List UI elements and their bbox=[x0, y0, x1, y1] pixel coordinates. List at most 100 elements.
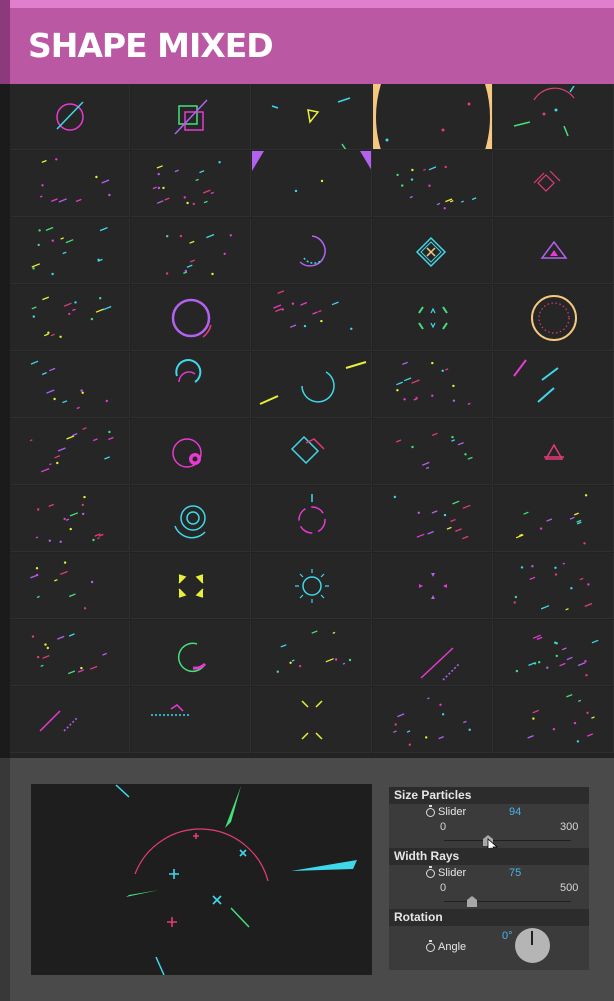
width-rays-value[interactable]: 75 bbox=[509, 867, 521, 879]
preset-thumbnail[interactable] bbox=[10, 352, 130, 418]
preset-animation bbox=[276, 630, 352, 673]
preset-thumbnail[interactable] bbox=[373, 84, 493, 150]
width-rays-track[interactable] bbox=[444, 901, 571, 902]
preset-thumbnail[interactable] bbox=[252, 687, 372, 753]
preset-thumbnail[interactable] bbox=[252, 486, 372, 552]
width-rays-type-label: Slider bbox=[438, 867, 467, 879]
preset-thumbnail[interactable] bbox=[373, 620, 493, 686]
preset-thumbnail[interactable] bbox=[131, 553, 251, 619]
preset-animation bbox=[29, 427, 114, 473]
preset-thumbnail[interactable] bbox=[10, 151, 130, 217]
preset-thumbnail[interactable] bbox=[131, 687, 251, 753]
preset-thumbnail[interactable] bbox=[10, 285, 130, 351]
preset-animation bbox=[273, 290, 353, 330]
preset-thumbnail[interactable] bbox=[131, 84, 251, 150]
grid-side-shade bbox=[0, 84, 10, 758]
size-particles-max: 300 bbox=[560, 821, 579, 833]
preset-animation bbox=[393, 495, 471, 540]
angle-dial-icon[interactable] bbox=[515, 928, 550, 963]
stopwatch-icon[interactable] bbox=[426, 866, 435, 878]
preset-thumbnail[interactable] bbox=[373, 486, 493, 552]
preset-thumbnail[interactable] bbox=[252, 151, 372, 217]
preset-animation bbox=[30, 360, 109, 410]
effect-preview bbox=[31, 784, 372, 976]
preset-thumbnail[interactable] bbox=[494, 486, 614, 552]
preview-cross bbox=[239, 849, 247, 857]
preset-animation bbox=[271, 97, 351, 149]
preset-thumbnail[interactable] bbox=[494, 620, 614, 686]
rotation-value[interactable]: 0° bbox=[502, 930, 513, 942]
preset-thumbnail[interactable] bbox=[494, 352, 614, 418]
preset-thumbnail[interactable] bbox=[10, 553, 130, 619]
preset-thumbnail[interactable] bbox=[10, 687, 130, 753]
preset-thumbnail[interactable] bbox=[10, 218, 130, 284]
preset-thumbnail[interactable] bbox=[252, 553, 372, 619]
preview-cross bbox=[167, 917, 177, 927]
preset-animation bbox=[172, 438, 202, 468]
preset-thumbnail[interactable] bbox=[252, 285, 372, 351]
preset-animation bbox=[531, 295, 577, 341]
preset-thumbnail[interactable] bbox=[131, 285, 251, 351]
panel-side-shade bbox=[0, 758, 10, 1001]
preset-animation bbox=[299, 235, 326, 267]
preset-animation bbox=[396, 165, 477, 210]
preset-thumbnail[interactable] bbox=[131, 151, 251, 217]
size-particles-value[interactable]: 94 bbox=[509, 806, 521, 818]
preset-thumbnail[interactable] bbox=[252, 352, 372, 418]
preset-thumbnail[interactable] bbox=[494, 285, 614, 351]
preset-animation bbox=[259, 361, 367, 405]
stopwatch-icon[interactable] bbox=[426, 805, 435, 817]
preset-thumbnail[interactable] bbox=[252, 84, 372, 150]
preset-thumbnail[interactable] bbox=[373, 285, 493, 351]
preview-cross bbox=[169, 869, 179, 879]
preset-animation bbox=[515, 634, 599, 677]
preset-animation bbox=[31, 296, 112, 338]
preset-thumbnail[interactable] bbox=[494, 419, 614, 485]
preset-animation bbox=[513, 562, 593, 611]
preset-thumbnail[interactable] bbox=[494, 218, 614, 284]
size-particles-header: Size Particles bbox=[389, 787, 589, 804]
preview-ray bbox=[115, 784, 130, 798]
size-particles-track[interactable] bbox=[444, 840, 571, 841]
preset-thumbnail[interactable] bbox=[131, 218, 251, 284]
preset-thumbnail[interactable] bbox=[373, 419, 493, 485]
stopwatch-icon[interactable] bbox=[426, 940, 435, 952]
preview-ray bbox=[230, 907, 250, 928]
preset-thumbnail[interactable] bbox=[373, 218, 493, 284]
preset-animation bbox=[175, 359, 202, 383]
preset-thumbnail[interactable] bbox=[373, 352, 493, 418]
preset-thumbnail[interactable] bbox=[494, 151, 614, 217]
preset-thumbnail[interactable] bbox=[131, 352, 251, 418]
preset-thumbnail[interactable] bbox=[131, 486, 251, 552]
preset-animation bbox=[31, 226, 108, 276]
preset-thumbnail[interactable] bbox=[373, 687, 493, 753]
preset-animation bbox=[151, 704, 191, 716]
preset-thumbnail[interactable] bbox=[252, 218, 372, 284]
preset-thumbnail[interactable] bbox=[494, 84, 614, 150]
preset-thumbnail[interactable] bbox=[10, 84, 130, 150]
preset-thumbnail[interactable] bbox=[10, 620, 130, 686]
preview-ray bbox=[225, 786, 241, 828]
preset-thumbnail[interactable] bbox=[252, 419, 372, 485]
preset-grid bbox=[10, 84, 614, 758]
preset-thumbnail[interactable] bbox=[494, 687, 614, 753]
preset-animation bbox=[174, 99, 208, 135]
width-rays-min: 0 bbox=[440, 882, 447, 894]
preset-thumbnail[interactable] bbox=[373, 553, 493, 619]
preset-animation bbox=[178, 574, 204, 598]
preset-thumbnail[interactable] bbox=[373, 151, 493, 217]
preset-thumbnail[interactable] bbox=[10, 419, 130, 485]
preset-animation bbox=[39, 158, 111, 203]
preset-thumbnail[interactable] bbox=[10, 486, 130, 552]
preset-animation bbox=[373, 84, 492, 149]
width-rays-thumb[interactable] bbox=[467, 896, 477, 907]
preset-thumbnail[interactable] bbox=[494, 553, 614, 619]
preset-thumbnail[interactable] bbox=[131, 620, 251, 686]
rotation-type-label: Angle bbox=[438, 941, 467, 953]
preset-animation bbox=[171, 298, 212, 338]
width-rays-header: Width Rays bbox=[389, 848, 589, 865]
preset-thumbnail[interactable] bbox=[252, 620, 372, 686]
preset-animation bbox=[39, 710, 79, 732]
preset-thumbnail[interactable] bbox=[131, 419, 251, 485]
size-particles-min: 0 bbox=[440, 821, 447, 833]
